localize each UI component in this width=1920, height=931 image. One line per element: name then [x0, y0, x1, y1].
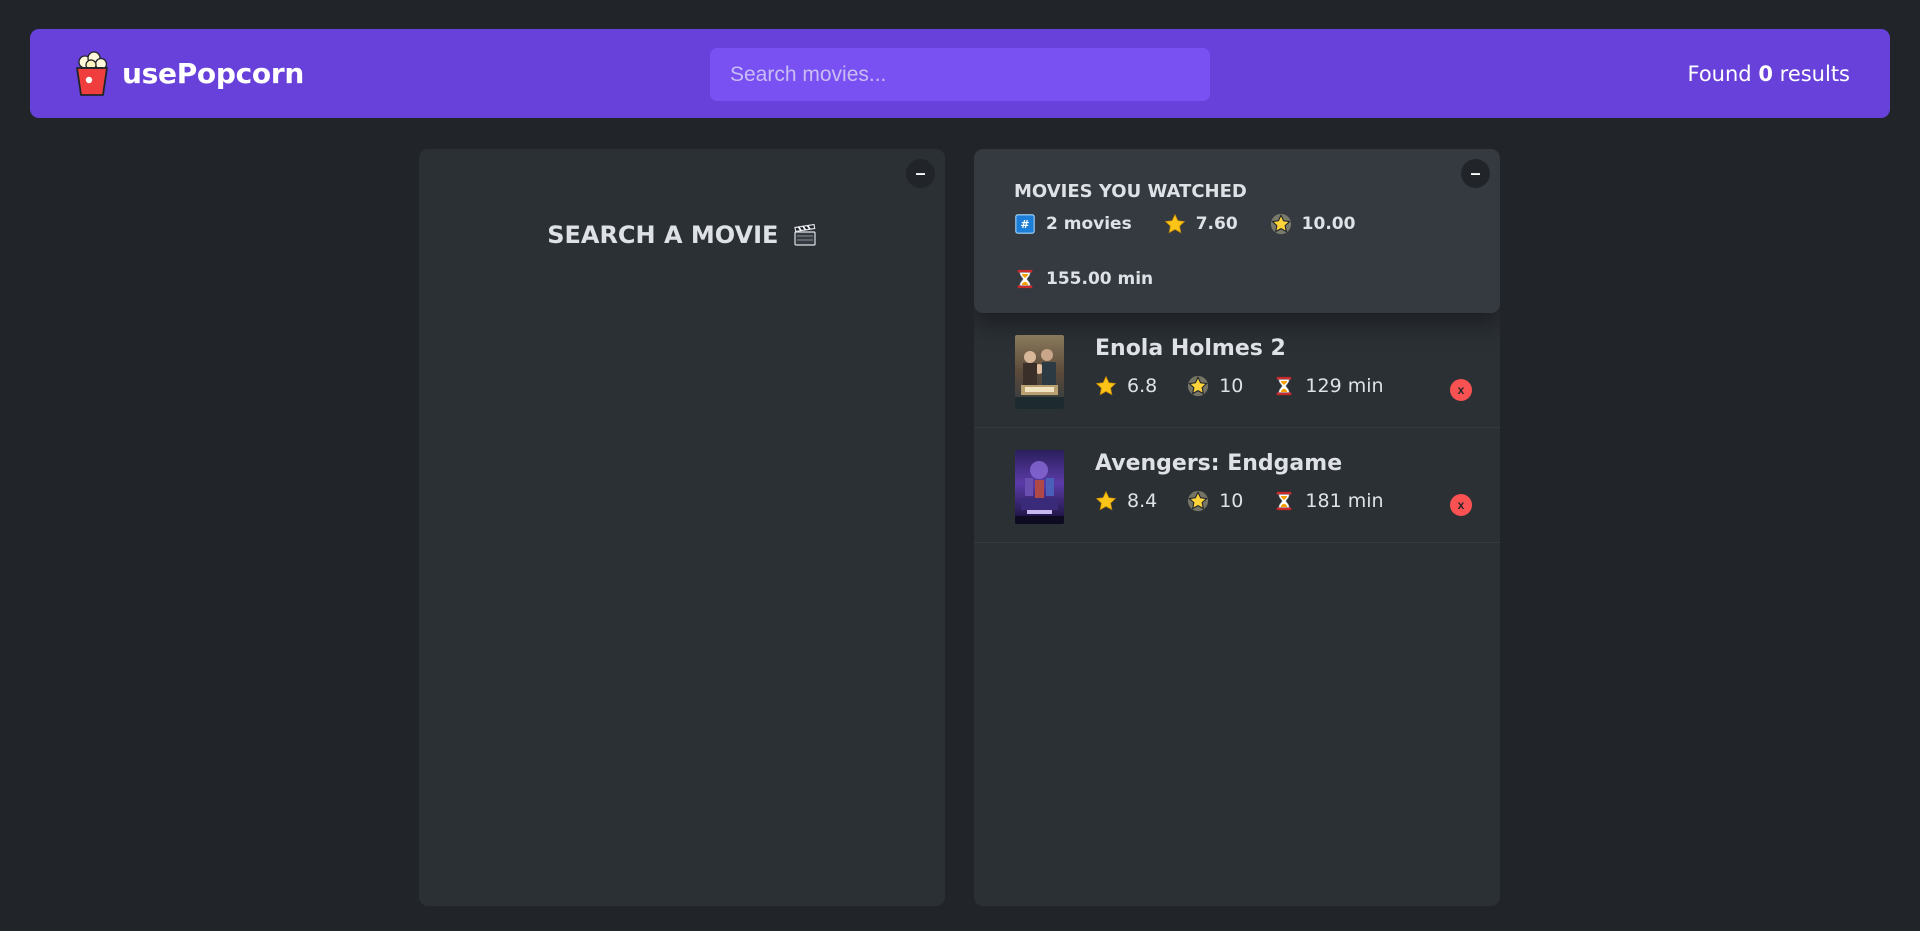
movie-title: Enola Holmes 2 [1095, 336, 1286, 361]
movie-user-rating: 10 [1187, 490, 1243, 512]
results-count: Found 0 results [1688, 62, 1851, 86]
stat-runtime: 155.00 min [1014, 267, 1153, 291]
watched-box: – Movies you watched 2 movies 7.60 10.00 [974, 149, 1500, 906]
movie-runtime-value: 129 min [1305, 375, 1384, 397]
hourglass-icon [1273, 490, 1295, 512]
glowing-star-icon [1270, 213, 1292, 235]
movie-title: Avengers: Endgame [1095, 451, 1343, 476]
watched-movie-item[interactable]: Enola Holmes 2 6.8 10 129 min x [974, 313, 1500, 428]
movie-user-rating-value: 10 [1219, 490, 1244, 512]
summary-stats: 2 movies 7.60 10.00 155.00 min [1014, 212, 1460, 291]
star-icon [1095, 375, 1117, 397]
collapse-right-button[interactable]: – [1461, 159, 1490, 188]
stat-user-rating: 10.00 [1270, 212, 1356, 236]
clapper-board-icon [794, 223, 816, 246]
movie-meta: 6.8 10 129 min [1095, 375, 1384, 397]
collapse-left-button[interactable]: – [906, 159, 935, 188]
popcorn-icon [76, 50, 108, 96]
star-icon [1095, 490, 1117, 512]
movie-runtime: 129 min [1273, 375, 1384, 397]
watched-list: Enola Holmes 2 6.8 10 129 min x Avengers… [974, 313, 1500, 543]
movie-runtime-value: 181 min [1305, 490, 1384, 512]
delete-movie-button[interactable]: x [1450, 494, 1472, 516]
logo: usePopcorn [72, 50, 304, 97]
search-prompt: SEARCH A MOVIE [419, 221, 945, 249]
movie-imdb-rating: 8.4 [1095, 490, 1157, 512]
delete-movie-button[interactable]: x [1450, 379, 1472, 401]
movie-meta: 8.4 10 181 min [1095, 490, 1384, 512]
stat-runtime-value: 155.00 min [1046, 269, 1154, 289]
watched-movie-item[interactable]: Avengers: Endgame 8.4 10 181 min x [974, 428, 1500, 543]
star-icon [1164, 213, 1186, 235]
movie-imdb-rating-value: 6.8 [1127, 375, 1158, 397]
summary-heading: Movies you watched [1014, 181, 1247, 202]
results-prefix: Found [1687, 61, 1752, 86]
glowing-star-icon [1187, 375, 1209, 397]
search-results-box: – SEARCH A MOVIE [419, 149, 945, 906]
glowing-star-icon [1187, 490, 1209, 512]
stat-count-value: 2 movies [1046, 214, 1132, 234]
movie-imdb-rating-value: 8.4 [1127, 490, 1158, 512]
stat-imdb-rating: 7.60 [1164, 212, 1238, 236]
stat-count: 2 movies [1014, 212, 1132, 236]
stat-imdb-rating-value: 7.60 [1195, 214, 1238, 234]
movie-poster [1015, 335, 1064, 409]
logo-text: usePopcorn [122, 57, 304, 90]
search-prompt-text: SEARCH A MOVIE [547, 221, 779, 249]
hourglass-icon [1014, 268, 1036, 290]
movie-runtime: 181 min [1273, 490, 1384, 512]
movie-poster [1015, 450, 1064, 524]
results-number: 0 [1758, 61, 1773, 86]
search-input[interactable] [710, 48, 1210, 101]
hash-icon [1014, 213, 1036, 235]
navbar: usePopcorn Found 0 results [30, 29, 1890, 118]
movie-imdb-rating: 6.8 [1095, 375, 1157, 397]
movie-user-rating-value: 10 [1219, 375, 1244, 397]
stat-user-rating-value: 10.00 [1301, 214, 1356, 234]
movie-user-rating: 10 [1187, 375, 1243, 397]
results-suffix: results [1779, 61, 1850, 86]
watched-summary: Movies you watched 2 movies 7.60 10.00 1… [974, 149, 1500, 313]
hourglass-icon [1273, 375, 1295, 397]
